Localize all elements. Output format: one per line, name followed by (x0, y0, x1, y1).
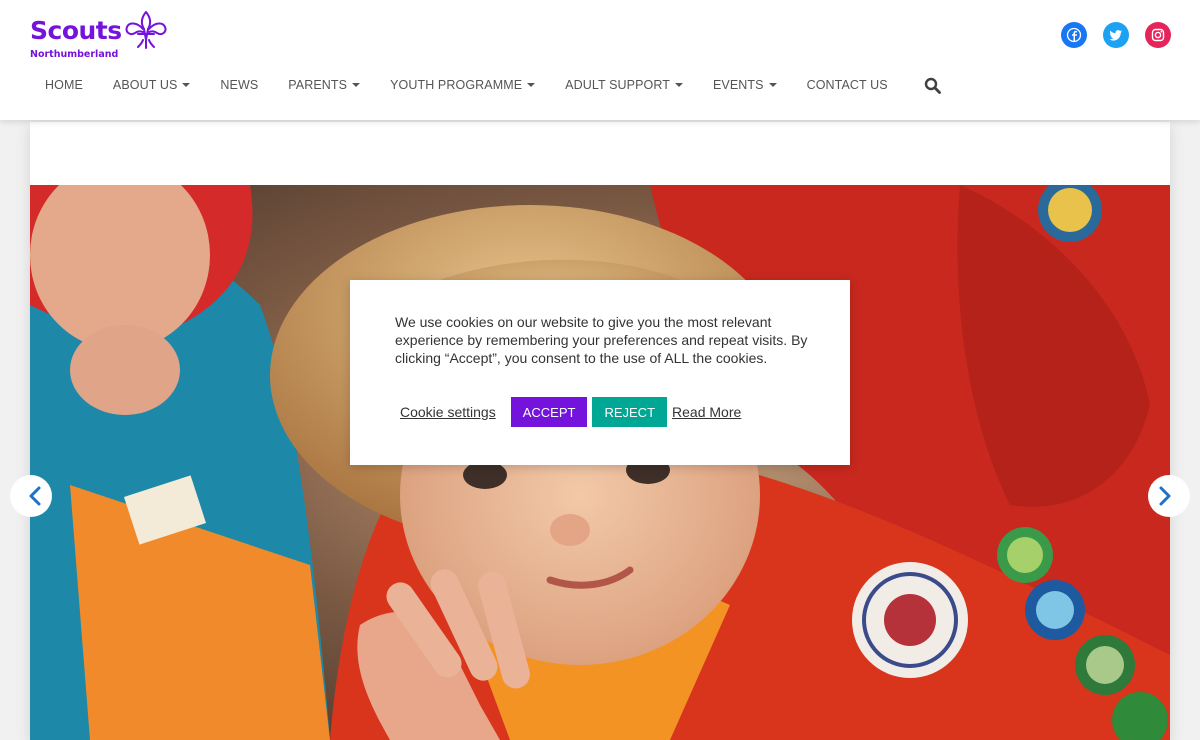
nav-item-label: HOME (45, 78, 83, 92)
nav-item-contact-us[interactable]: CONTACT US (792, 78, 903, 92)
nav-item-home[interactable]: HOME (30, 78, 98, 92)
caret-down-icon (182, 83, 191, 87)
instagram-link[interactable] (1145, 22, 1171, 48)
cookie-consent-banner: We use cookies on our website to give yo… (350, 280, 850, 465)
chevron-left-icon (29, 486, 41, 506)
chevron-right-icon (1159, 486, 1171, 506)
caret-down-icon (352, 83, 361, 87)
nav-item-label: NEWS (220, 78, 259, 92)
cookie-message: We use cookies on our website to give yo… (395, 314, 808, 366)
logo-subtitle: Northumberland (30, 49, 119, 60)
caret-down-icon (674, 83, 683, 87)
nav-item-label: ADULT SUPPORT (565, 78, 670, 92)
slider-next-button[interactable] (1148, 475, 1190, 517)
read-more-link[interactable]: Read More (672, 404, 741, 420)
scouts-logo[interactable]: Scouts Northumberland (30, 10, 170, 62)
search-button[interactable] (923, 75, 943, 95)
slider-prev-button[interactable] (10, 475, 52, 517)
accept-button[interactable]: ACCEPT (510, 397, 588, 427)
fleur-de-lis-icon (125, 11, 167, 49)
site-header: Scouts Northumberland HOME ABOUT US NEWS… (0, 0, 1200, 120)
main-nav: HOME ABOUT US NEWS PARENTS YOUTH PROGRAM… (30, 72, 943, 98)
facebook-icon (1066, 27, 1082, 43)
twitter-icon (1109, 30, 1122, 41)
nav-item-label: CONTACT US (806, 78, 888, 92)
cookie-actions: Cookie settings ACCEPT REJECT Read More (400, 397, 741, 427)
nav-item-label: EVENTS (712, 78, 764, 92)
nav-item-parents[interactable]: PARENTS (273, 78, 375, 92)
instagram-icon (1151, 28, 1165, 42)
caret-down-icon (527, 83, 536, 87)
search-icon (925, 77, 942, 94)
nav-item-label: YOUTH PROGRAMME (390, 78, 523, 92)
facebook-link[interactable] (1061, 22, 1087, 48)
reject-button[interactable]: REJECT (592, 397, 668, 427)
nav-item-youth-programme[interactable]: YOUTH PROGRAMME (375, 78, 550, 92)
logo-wordmark: Scouts (30, 16, 122, 45)
caret-down-icon (768, 83, 777, 87)
nav-item-events[interactable]: EVENTS (698, 78, 792, 92)
twitter-link[interactable] (1103, 22, 1129, 48)
nav-item-about-us[interactable]: ABOUT US (98, 78, 205, 92)
nav-item-adult-support[interactable]: ADULT SUPPORT (550, 78, 698, 92)
nav-item-label: ABOUT US (112, 78, 178, 92)
cookie-settings-link[interactable]: Cookie settings (400, 404, 496, 420)
nav-item-news[interactable]: NEWS (205, 78, 273, 92)
nav-item-label: PARENTS (288, 78, 348, 92)
